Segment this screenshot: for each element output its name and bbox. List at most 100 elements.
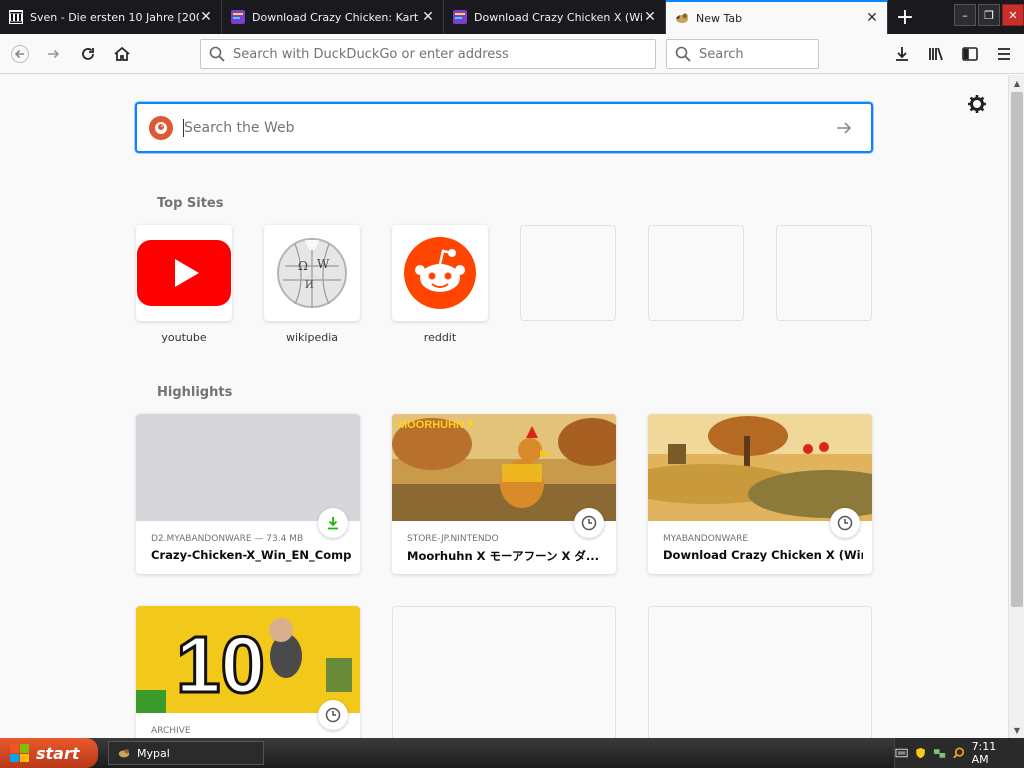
mypal-icon <box>118 749 130 758</box>
card-title: Moorhuhn X モーアフーン X ダ... <box>407 549 599 563</box>
minimize-button[interactable]: – <box>954 4 976 26</box>
site-favicon-icon <box>231 10 245 24</box>
download-icon <box>328 517 338 530</box>
card-host: D2.MYABANDONWARE — 73.4 MB <box>151 534 304 544</box>
empty-site-tile <box>520 225 616 321</box>
forward-arrow-icon <box>48 49 60 58</box>
site-tile[interactable] <box>392 225 488 321</box>
top-site-wikipedia[interactable]: ΩWИ wikipedia <box>264 225 360 344</box>
crazy-chicken-game-art <box>648 414 872 521</box>
close-icon[interactable]: ✕ <box>421 10 435 24</box>
reload-button[interactable] <box>72 38 104 70</box>
start-button[interactable]: start <box>0 738 98 768</box>
vertical-scrollbar[interactable]: ▲ ▼ <box>1008 75 1024 738</box>
card-host: MYABANDONWARE <box>663 534 749 544</box>
search-bar[interactable]: Search <box>666 39 819 69</box>
top-site-reddit[interactable]: reddit <box>392 225 488 344</box>
search-submit-button[interactable] <box>829 113 859 143</box>
site-tile[interactable]: ΩWИ <box>264 225 360 321</box>
toolbar-right <box>884 38 1020 70</box>
address-bar-placeholder: Search with DuckDuckGo or enter address <box>233 46 509 62</box>
museum-icon <box>9 10 23 24</box>
close-icon[interactable]: ✕ <box>199 10 213 24</box>
tab-title: Download Crazy Chicken: Kart Ex <box>252 10 421 24</box>
web-search-input[interactable] <box>184 119 829 136</box>
site-tile[interactable] <box>136 225 232 321</box>
highlights-heading: Highlights <box>157 385 233 400</box>
address-bar[interactable]: Search with DuckDuckGo or enter address <box>200 39 656 69</box>
search-icon <box>675 46 691 62</box>
security-shield-icon[interactable] <box>914 746 927 760</box>
card-badge <box>318 508 348 538</box>
card-thumbnail <box>136 414 360 521</box>
forward-button[interactable] <box>38 38 70 70</box>
tab-sven[interactable]: Sven - Die ersten 10 Jahre [2008 ✕ <box>0 0 222 34</box>
start-label: start <box>36 743 80 763</box>
library-button[interactable] <box>920 38 952 70</box>
scroll-up-arrow-icon[interactable]: ▲ <box>1009 75 1024 91</box>
taskbar-item-label: Mypal <box>137 746 170 760</box>
highlight-card[interactable]: 10 ARCHIVE <box>136 606 360 738</box>
svg-text:Ω: Ω <box>298 259 308 273</box>
tab-crazy-chicken-kart[interactable]: Download Crazy Chicken: Kart Ex ✕ <box>222 0 444 34</box>
svg-text:MOORHUHN X: MOORHUHN X <box>398 419 475 431</box>
taskbar-item-mypal[interactable]: Mypal <box>108 741 264 765</box>
site-label: reddit <box>423 331 457 344</box>
home-button[interactable] <box>106 38 138 70</box>
empty-highlight-card <box>392 606 616 738</box>
empty-site-tile <box>776 225 872 321</box>
tab-title: Download Crazy Chicken X (Wind <box>474 10 643 24</box>
windows-logo-icon <box>10 744 30 762</box>
clock: 7:11 AM <box>971 740 997 766</box>
mypal-icon <box>676 13 688 23</box>
scroll-down-arrow-icon[interactable]: ▼ <box>1009 722 1024 738</box>
system-tray: 7:11 AM <box>894 738 1024 768</box>
close-icon[interactable]: ✕ <box>865 11 879 25</box>
reddit-icon <box>404 237 476 309</box>
sidebar-icon <box>962 47 978 61</box>
web-search-box[interactable] <box>135 102 873 153</box>
new-tab-button[interactable]: + <box>888 0 922 34</box>
scrollbar-thumb[interactable] <box>1011 92 1023 607</box>
keyboard-icon[interactable] <box>895 746 908 760</box>
menu-button[interactable] <box>988 38 1020 70</box>
youtube-icon <box>137 240 231 306</box>
tab-title: New Tab <box>696 11 743 25</box>
top-sites-heading: Top Sites <box>157 196 224 211</box>
back-button[interactable] <box>4 38 36 70</box>
arrow-right-icon <box>837 121 852 134</box>
hamburger-menu-icon <box>998 48 1010 60</box>
svg-text:И: И <box>305 280 314 291</box>
top-site-empty <box>776 225 872 344</box>
reload-icon <box>82 47 94 60</box>
settings-button[interactable] <box>967 94 987 114</box>
empty-site-tile <box>648 225 744 321</box>
card-thumbnail: MOORHUHN X <box>392 414 616 521</box>
svg-text:10: 10 <box>176 620 265 709</box>
tab-new-tab[interactable]: New Tab ✕ <box>666 0 888 34</box>
restore-button[interactable]: ❐ <box>978 4 1000 26</box>
downloads-button[interactable] <box>886 38 918 70</box>
highlight-card[interactable]: D2.MYABANDONWARE — 73.4 MB Crazy-Chicken… <box>136 414 360 574</box>
back-arrow-icon <box>11 44 29 63</box>
new-tab-page: Top Sites youtube ΩWИ wikipedia reddit <box>0 75 1008 738</box>
site-label: youtube <box>161 331 207 344</box>
network-icon[interactable] <box>933 746 946 760</box>
highlight-card[interactable]: MOORHUHN X STORE-JP.NINTENDO Moorhuhn X … <box>392 414 616 574</box>
home-icon <box>114 46 130 61</box>
card-title: Crazy-Chicken-X_Win_EN_Compl... <box>151 548 351 562</box>
top-sites-grid: youtube ΩWИ wikipedia reddit <box>136 225 872 344</box>
card-badge <box>830 508 860 538</box>
search-bar-placeholder: Search <box>699 46 744 62</box>
card-thumbnail <box>648 414 872 521</box>
top-site-youtube[interactable]: youtube <box>136 225 232 344</box>
empty-highlight-card <box>648 606 872 738</box>
search-icon[interactable] <box>952 746 965 760</box>
close-icon[interactable]: ✕ <box>643 10 657 24</box>
close-window-button[interactable]: ✕ <box>1002 4 1024 26</box>
site-label: wikipedia <box>285 331 338 344</box>
tab-crazy-chicken-x[interactable]: Download Crazy Chicken X (Wind ✕ <box>444 0 666 34</box>
sidebar-button[interactable] <box>954 38 986 70</box>
moorhuhn-game-art: MOORHUHN X <box>392 414 616 521</box>
highlight-card[interactable]: MYABANDONWARE Download Crazy Chicken X (… <box>648 414 872 574</box>
